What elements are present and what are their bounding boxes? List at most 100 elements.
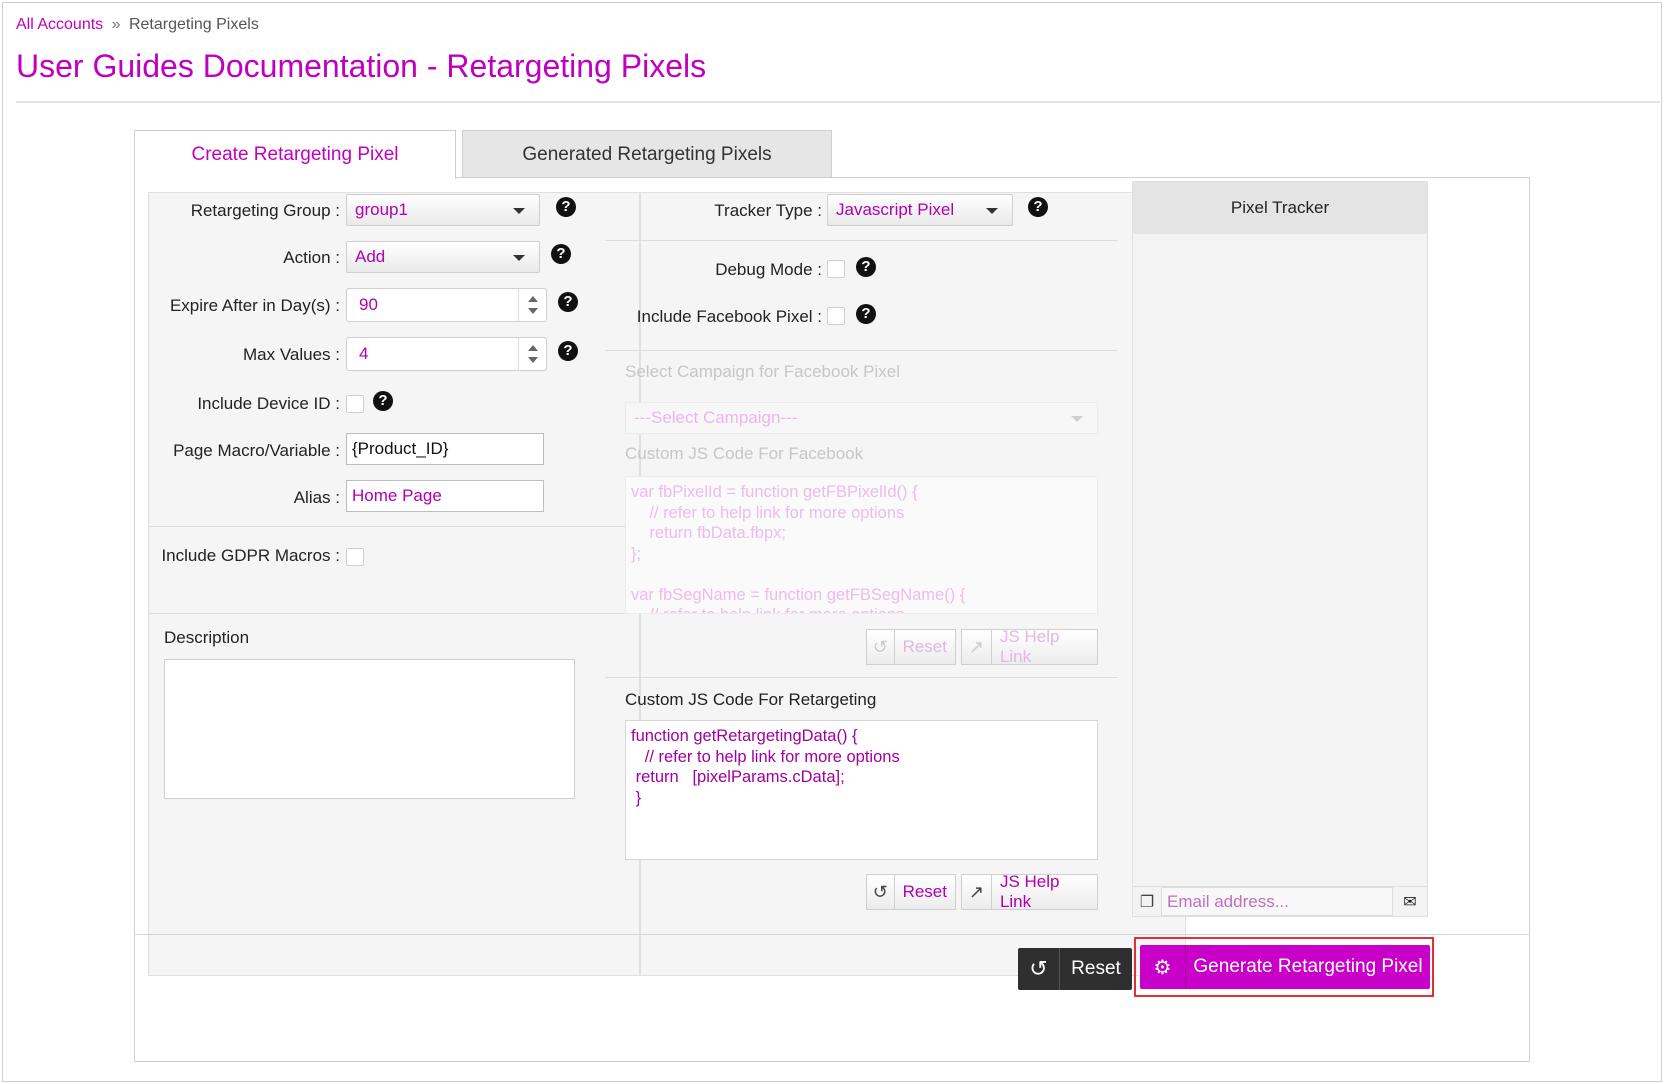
chevron-down-icon xyxy=(513,255,525,261)
expire-days-input[interactable]: 90 xyxy=(346,288,547,322)
page-title: User Guides Documentation - Retargeting … xyxy=(16,48,707,84)
help-icon[interactable]: ? xyxy=(856,257,876,277)
retargeting-help-link-button[interactable]: ↗ JS Help Link xyxy=(961,872,1098,911)
description-label: Description xyxy=(164,628,250,647)
gears-icon: ⚙ xyxy=(1140,945,1186,989)
breadcrumb-current: Retargeting Pixels xyxy=(128,16,259,33)
spin-down-icon[interactable] xyxy=(528,308,538,314)
expire-label: Expire After in Day(s) : xyxy=(169,296,340,315)
code-line: // refer to help link for more options xyxy=(631,503,905,522)
code-line: // refer to help link for more options xyxy=(631,747,900,766)
footer-divider xyxy=(134,934,1530,935)
number-spinner[interactable] xyxy=(518,338,546,370)
external-link-icon: ↗ xyxy=(962,630,992,664)
fb-code-textarea[interactable]: var fbPixelId = function getFBPixelId() … xyxy=(625,476,1098,614)
max-values-input[interactable]: 4 xyxy=(346,337,547,371)
tab-create-retargeting-pixel[interactable]: Create Retargeting Pixel xyxy=(134,130,456,179)
email-row: ❐ Email address... ✉ xyxy=(1133,886,1427,916)
divider xyxy=(149,526,639,527)
divider xyxy=(605,240,1117,241)
tab-generated-retargeting-pixels[interactable]: Generated Retargeting Pixels xyxy=(462,130,832,178)
fb-code-label: Custom JS Code For Facebook xyxy=(625,444,864,463)
action-value: Add xyxy=(355,247,386,266)
code-line: } xyxy=(631,788,642,807)
code-line: function getRetargetingData() { xyxy=(631,727,858,745)
fb-help-link-label: JS Help Link xyxy=(999,627,1060,666)
expire-days-value: 90 xyxy=(359,295,378,314)
undo-icon: ↺ xyxy=(867,630,895,664)
pixel-tracker-title: Pixel Tracker xyxy=(1133,182,1427,234)
number-spinner[interactable] xyxy=(518,289,546,321)
generate-retargeting-pixel-button[interactable]: ⚙ Generate Retargeting Pixel xyxy=(1140,945,1430,989)
breadcrumb-separator: » xyxy=(111,16,121,33)
max-values-value: 4 xyxy=(359,344,369,363)
retargeting-code-textarea[interactable]: function getRetargetingData() { // refer… xyxy=(625,720,1098,860)
fb-reset-label: Reset xyxy=(902,637,947,656)
alias-label: Alias : xyxy=(293,488,340,507)
retargeting-help-link-label: JS Help Link xyxy=(999,872,1060,911)
spin-up-icon[interactable] xyxy=(528,345,538,351)
include-facebook-label: Include Facebook Pixel : xyxy=(636,307,822,326)
action-select[interactable]: Add xyxy=(346,241,540,273)
alias-input[interactable]: Home Page xyxy=(346,480,544,512)
divider xyxy=(605,350,1117,351)
envelope-icon[interactable]: ✉ xyxy=(1393,887,1427,917)
chevron-down-icon xyxy=(1071,416,1083,422)
retargeting-reset-label: Reset xyxy=(902,882,947,901)
retargeting-group-label: Retargeting Group : xyxy=(190,201,340,220)
include-facebook-checkbox[interactable] xyxy=(827,307,845,325)
code-line: }; xyxy=(631,544,642,563)
tracker-type-label: Tracker Type : xyxy=(714,201,822,220)
help-icon[interactable]: ? xyxy=(558,292,578,312)
chevron-down-icon xyxy=(513,208,525,214)
description-textarea[interactable] xyxy=(164,659,575,799)
undo-icon: ↺ xyxy=(1018,948,1060,990)
page-macro-input[interactable]: {Product_ID} xyxy=(346,433,544,465)
code-line: var fbPixelId = function getFBPixelId() … xyxy=(631,483,918,501)
fb-campaign-label: Select Campaign for Facebook Pixel xyxy=(625,362,900,381)
debug-mode-checkbox[interactable] xyxy=(827,260,845,278)
copy-icon[interactable]: ❐ xyxy=(1133,887,1161,917)
external-link-icon: ↗ xyxy=(962,875,992,909)
divider xyxy=(149,613,639,614)
retargeting-group-value: group1 xyxy=(355,200,408,219)
include-device-id-label: Include Device ID : xyxy=(197,394,340,413)
debug-mode-label: Debug Mode : xyxy=(715,260,822,279)
divider xyxy=(605,677,1117,678)
fb-reset-button[interactable]: ↺ Reset xyxy=(866,629,956,665)
help-icon[interactable]: ? xyxy=(1028,197,1048,217)
retargeting-group-select[interactable]: group1 xyxy=(346,194,540,226)
undo-icon: ↺ xyxy=(867,875,895,909)
help-icon[interactable]: ? xyxy=(373,391,393,411)
page-macro-label: Page Macro/Variable : xyxy=(173,441,340,460)
retargeting-reset-button[interactable]: ↺ Reset xyxy=(866,874,956,910)
pixel-tracker-panel: Pixel Tracker ❐ Email address... ✉ xyxy=(1132,181,1428,917)
action-label: Action : xyxy=(283,248,340,267)
include-device-id-checkbox[interactable] xyxy=(346,395,364,413)
help-icon[interactable]: ? xyxy=(558,341,578,361)
max-values-label: Max Values : xyxy=(242,345,340,364)
title-divider xyxy=(16,101,1660,103)
spin-down-icon[interactable] xyxy=(528,357,538,363)
generate-button-label: Generate Retargeting Pixel xyxy=(1193,956,1423,977)
breadcrumb-all-accounts[interactable]: All Accounts xyxy=(16,16,103,33)
fb-help-link-button[interactable]: ↗ JS Help Link xyxy=(961,627,1098,666)
help-icon[interactable]: ? xyxy=(856,304,876,324)
help-icon[interactable]: ? xyxy=(556,197,576,217)
breadcrumb: All Accounts » Retargeting Pixels xyxy=(16,16,259,34)
include-gdpr-checkbox[interactable] xyxy=(346,548,364,566)
help-icon[interactable]: ? xyxy=(551,244,571,264)
reset-button[interactable]: ↺ Reset xyxy=(1018,948,1132,990)
code-line: var fbSegName = function getFBSegName() … xyxy=(631,585,966,604)
email-input[interactable]: Email address... xyxy=(1161,887,1393,916)
code-line: return [pixelParams.cData]; xyxy=(631,768,845,786)
include-gdpr-label: Include GDPR Macros : xyxy=(161,546,340,565)
tracker-type-select[interactable]: Javascript Pixel xyxy=(827,194,1013,226)
reset-button-label: Reset xyxy=(1071,958,1121,979)
spin-up-icon[interactable] xyxy=(528,296,538,302)
retargeting-code-label: Custom JS Code For Retargeting xyxy=(625,690,877,709)
code-line: // refer to help link for more options xyxy=(631,605,1092,613)
fb-campaign-placeholder: ---Select Campaign--- xyxy=(634,408,798,427)
fb-campaign-select[interactable]: ---Select Campaign--- xyxy=(625,402,1098,434)
